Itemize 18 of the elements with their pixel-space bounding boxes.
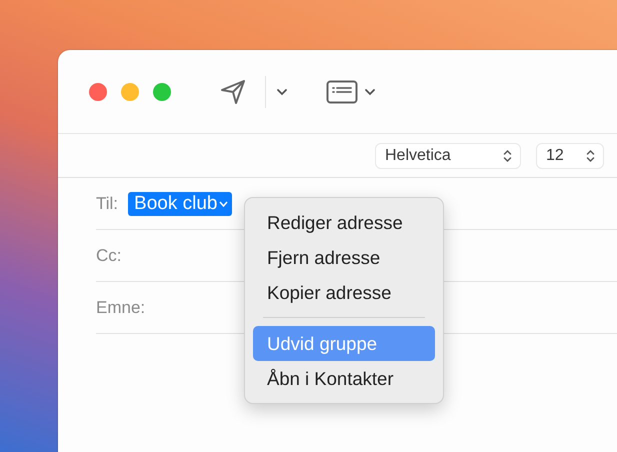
field-label: Cc: <box>96 246 122 266</box>
chevron-down-icon[interactable] <box>276 88 288 96</box>
up-down-arrows-icon <box>586 148 595 162</box>
menu-item[interactable]: Kopier adresse <box>253 275 435 310</box>
recipient-token[interactable]: Book club <box>128 192 232 216</box>
font-size-select[interactable]: 12 <box>536 142 604 168</box>
menu-item[interactable]: Fjern adresse <box>253 240 435 275</box>
send-icon[interactable] <box>219 78 247 106</box>
header-list-icon[interactable] <box>326 80 358 104</box>
field-label: Emne: <box>96 298 146 318</box>
close-button[interactable] <box>89 82 107 100</box>
field-label: Til: <box>96 194 118 214</box>
chevron-down-icon <box>219 200 228 206</box>
chevron-down-icon[interactable] <box>364 88 376 96</box>
up-down-arrows-icon <box>503 148 512 162</box>
menu-item[interactable]: Åbn i Kontakter <box>253 361 435 396</box>
menu-item[interactable]: Rediger adresse <box>253 205 435 240</box>
font-select[interactable]: Helvetica <box>375 142 521 168</box>
